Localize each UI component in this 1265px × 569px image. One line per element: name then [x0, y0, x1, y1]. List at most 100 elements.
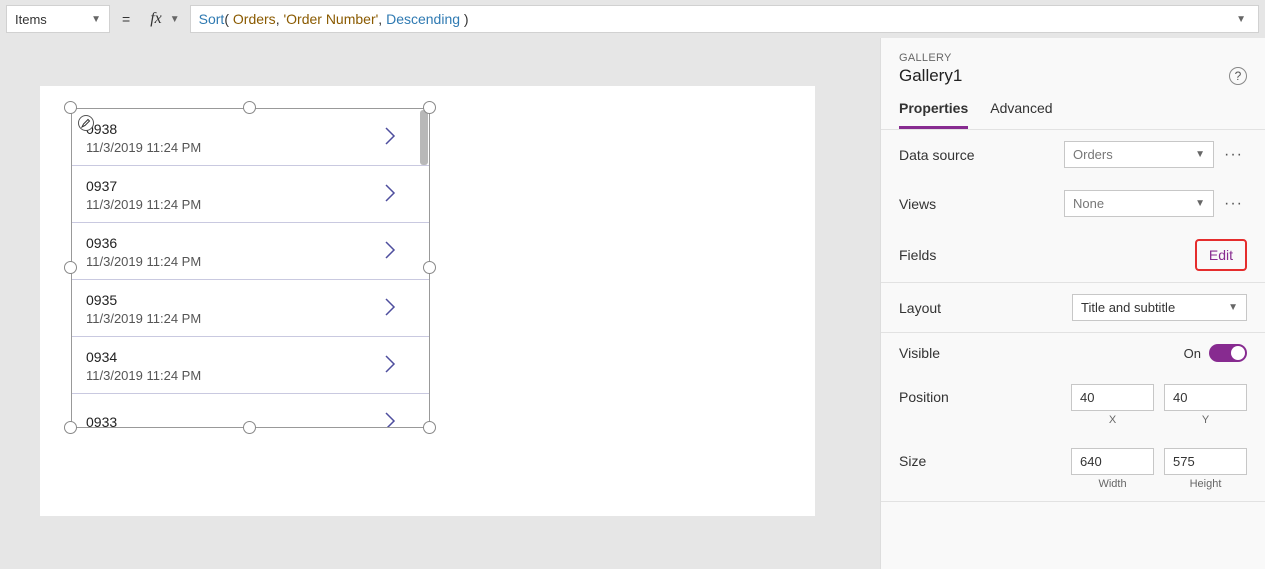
size-width-caption: Width: [1098, 478, 1126, 490]
panel-type: GALLERY: [899, 52, 1247, 64]
visible-value: On: [1184, 346, 1201, 361]
datasource-more-icon[interactable]: ···: [1214, 150, 1247, 160]
list-item-subtitle: 11/3/2019 11:24 PM: [86, 197, 383, 212]
views-more-icon[interactable]: ···: [1214, 199, 1247, 209]
list-item-title: 0936: [86, 235, 383, 251]
fx-icon: fx: [146, 10, 166, 28]
chevron-down-icon: ▼: [1228, 302, 1238, 313]
panel-tabs: Properties Advanced: [899, 100, 1247, 129]
list-item-title: 0938: [86, 121, 383, 137]
chevron-right-icon[interactable]: [383, 183, 415, 208]
list-item[interactable]: 0934 11/3/2019 11:24 PM: [72, 337, 429, 394]
resize-handle-e[interactable]: [423, 261, 436, 274]
formula-sep2: ,: [378, 11, 386, 27]
list-item-title: 0935: [86, 292, 383, 308]
layout-select[interactable]: Title and subtitle ▼: [1072, 294, 1247, 321]
list-item[interactable]: 0936 11/3/2019 11:24 PM: [72, 223, 429, 280]
chevron-right-icon[interactable]: [383, 297, 415, 322]
panel-body: Data source Orders ▼ ··· Views None ▼ ··…: [881, 130, 1265, 502]
resize-handle-se[interactable]: [423, 421, 436, 434]
fields-label: Fields: [899, 247, 1195, 263]
list-item-text: 0933: [86, 414, 383, 428]
formula-arg3: Descending: [386, 11, 460, 27]
panel-name[interactable]: Gallery1: [899, 66, 962, 86]
equals-sign: =: [116, 11, 136, 27]
data-source-label: Data source: [899, 147, 1064, 163]
list-item[interactable]: 0935 11/3/2019 11:24 PM: [72, 280, 429, 337]
list-item-subtitle: 11/3/2019 11:24 PM: [86, 140, 383, 155]
formula-fn: Sort: [199, 11, 225, 27]
tab-advanced[interactable]: Advanced: [990, 100, 1052, 129]
canvas-area: 0938 11/3/2019 11:24 PM 0937 11/3/2019 1…: [0, 38, 880, 569]
resize-handle-sw[interactable]: [64, 421, 77, 434]
views-value: None: [1073, 196, 1104, 211]
chevron-down-icon: ▼: [1195, 198, 1205, 209]
fields-edit-button[interactable]: Edit: [1195, 239, 1247, 271]
resize-handle-ne[interactable]: [423, 101, 436, 114]
row-position: Position X Y: [881, 373, 1265, 437]
list-item-subtitle: 11/3/2019 11:24 PM: [86, 254, 383, 269]
resize-handle-n[interactable]: [243, 101, 256, 114]
fx-dropdown[interactable]: fx ▼: [142, 10, 183, 28]
formula-close: ): [460, 11, 469, 27]
chevron-down-icon: ▼: [91, 14, 101, 25]
position-x-input[interactable]: [1071, 384, 1154, 411]
canvas[interactable]: 0938 11/3/2019 11:24 PM 0937 11/3/2019 1…: [40, 86, 815, 516]
visible-toggle[interactable]: [1209, 344, 1247, 362]
data-source-select[interactable]: Orders ▼: [1064, 141, 1214, 168]
row-data-source: Data source Orders ▼ ···: [881, 130, 1265, 179]
formula-open: (: [224, 11, 233, 27]
gallery-scroll: 0938 11/3/2019 11:24 PM 0937 11/3/2019 1…: [72, 109, 429, 427]
size-label: Size: [899, 448, 1071, 469]
help-icon[interactable]: ?: [1229, 67, 1247, 85]
formula-arg2: 'Order Number': [283, 11, 378, 27]
chevron-right-icon[interactable]: [383, 354, 415, 379]
scrollbar-thumb[interactable]: [420, 110, 428, 165]
views-select[interactable]: None ▼: [1064, 190, 1214, 217]
list-item-text: 0938 11/3/2019 11:24 PM: [86, 121, 383, 155]
list-item-title: 0933: [86, 414, 383, 428]
panel-header: GALLERY Gallery1 ? Properties Advanced: [881, 38, 1265, 130]
chevron-right-icon[interactable]: [383, 240, 415, 265]
resize-handle-w[interactable]: [64, 261, 77, 274]
row-size: Size Width Height: [881, 437, 1265, 501]
formula-expand-icon[interactable]: ▼: [1232, 14, 1250, 25]
layout-value: Title and subtitle: [1081, 300, 1175, 315]
list-item[interactable]: 0938 11/3/2019 11:24 PM: [72, 109, 429, 166]
size-height-input[interactable]: [1164, 448, 1247, 475]
row-visible: Visible On: [881, 333, 1265, 373]
chevron-right-icon[interactable]: [383, 126, 415, 151]
list-item-title: 0937: [86, 178, 383, 194]
chevron-down-icon: ▼: [170, 14, 180, 25]
resize-handle-s[interactable]: [243, 421, 256, 434]
list-item-text: 0934 11/3/2019 11:24 PM: [86, 349, 383, 383]
layout-label: Layout: [899, 300, 1072, 316]
property-select-label: Items: [15, 12, 47, 27]
list-item[interactable]: 0937 11/3/2019 11:24 PM: [72, 166, 429, 223]
list-item-text: 0935 11/3/2019 11:24 PM: [86, 292, 383, 326]
row-fields: Fields Edit: [881, 228, 1265, 282]
row-views: Views None ▼ ···: [881, 179, 1265, 228]
position-y-input[interactable]: [1164, 384, 1247, 411]
tab-properties[interactable]: Properties: [899, 100, 968, 129]
formula-input[interactable]: Sort( Orders, 'Order Number', Descending…: [190, 5, 1259, 33]
formula-arg1: Orders: [233, 11, 276, 27]
formula-bar: Items ▼ = fx ▼ Sort( Orders, 'Order Numb…: [0, 0, 1265, 38]
resize-handle-nw[interactable]: [64, 101, 77, 114]
visible-label: Visible: [899, 345, 1184, 361]
views-label: Views: [899, 196, 1064, 212]
chevron-down-icon: ▼: [1195, 149, 1205, 160]
list-item-title: 0934: [86, 349, 383, 365]
size-height-caption: Height: [1190, 478, 1222, 490]
list-item-subtitle: 11/3/2019 11:24 PM: [86, 368, 383, 383]
size-width-input[interactable]: [1071, 448, 1154, 475]
position-label: Position: [899, 384, 1071, 405]
position-y-caption: Y: [1202, 414, 1209, 426]
list-item-subtitle: 11/3/2019 11:24 PM: [86, 311, 383, 326]
gallery-control[interactable]: 0938 11/3/2019 11:24 PM 0937 11/3/2019 1…: [71, 108, 430, 428]
list-item-text: 0937 11/3/2019 11:24 PM: [86, 178, 383, 212]
chevron-right-icon[interactable]: [383, 411, 415, 428]
pencil-icon[interactable]: [78, 115, 94, 131]
property-select[interactable]: Items ▼: [6, 5, 110, 33]
properties-panel: GALLERY Gallery1 ? Properties Advanced D…: [880, 38, 1265, 569]
